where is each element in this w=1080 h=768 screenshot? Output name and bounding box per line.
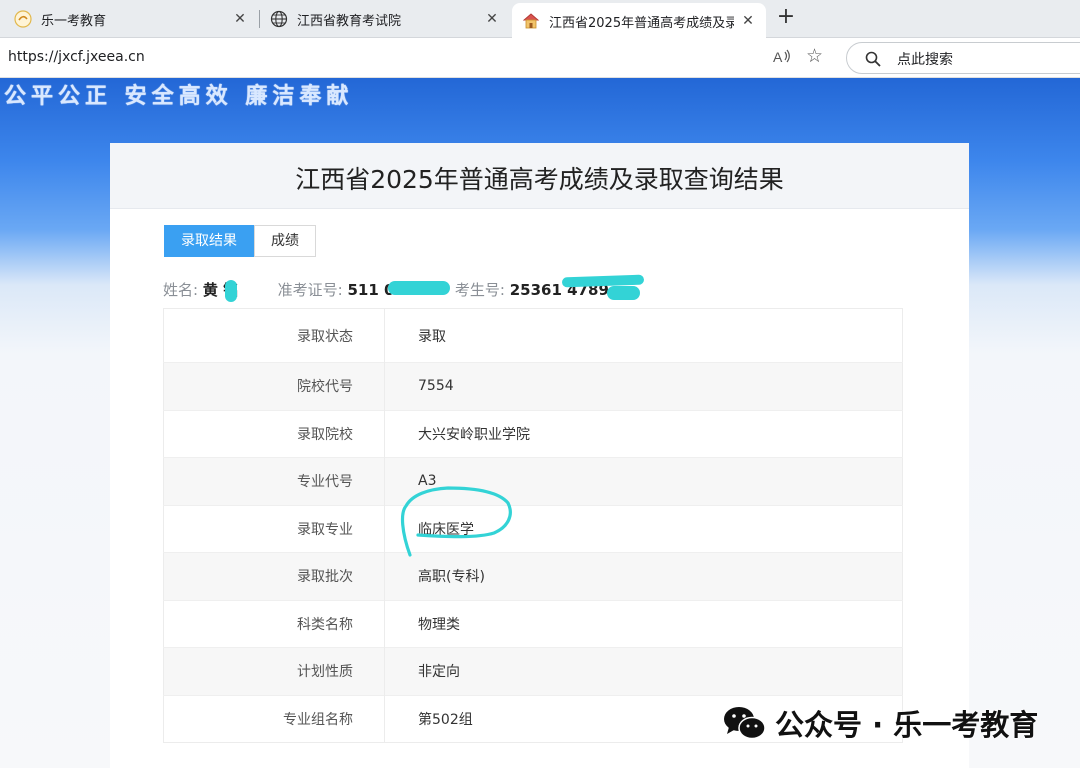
globe-icon [270, 10, 288, 28]
url-field[interactable]: https://jxcf.jxeea.cn [8, 49, 145, 65]
row-value: 物理类 [384, 599, 903, 648]
table-row: 专业代号 A3 [163, 457, 903, 505]
search-icon [865, 51, 881, 67]
row-key: 专业代号 [163, 457, 385, 505]
table-row: 录取批次 高职(专科) [163, 552, 903, 600]
row-key: 录取批次 [163, 552, 385, 600]
read-aloud-icon[interactable]: A [772, 48, 792, 70]
card-header: 江西省2025年普通高考成绩及录取查询结果 [110, 143, 969, 209]
row-value: 高职(专科) [384, 552, 903, 600]
table-row: 科类名称 物理类 [163, 599, 903, 648]
tab-title: 乐一考教育 [41, 13, 107, 29]
row-key: 专业组名称 [163, 694, 385, 743]
browser-tab-jxeea[interactable]: 江西省教育考试院 ✕ [260, 3, 510, 35]
row-key: 计划性质 [163, 647, 385, 695]
admission-result-table: 录取状态 录取 院校代号 7554 录取院校 大兴安岭职业学院 专业代号 A3 … [163, 308, 903, 743]
privacy-mask-name [225, 280, 237, 302]
search-box[interactable]: 点此搜索 [846, 42, 1080, 74]
page-slogan: 公平公正 安全高效 廉洁奉献 [4, 84, 354, 109]
tab-title: 江西省教育考试院 [297, 13, 402, 29]
browser-tab-leyikao[interactable]: 乐一考教育 ✕ [4, 3, 258, 35]
svg-text:A: A [773, 49, 783, 65]
address-bar: https://jxcf.jxeea.cn A ☆ 点此搜索 [0, 38, 1080, 78]
leyikao-favicon-icon [14, 10, 32, 28]
privacy-mask-candidate-number-2 [607, 286, 640, 300]
table-row: 录取状态 录取 [163, 308, 903, 363]
row-key: 录取状态 [163, 308, 385, 363]
tab-score[interactable]: 成绩 [254, 225, 316, 257]
close-icon[interactable]: ✕ [232, 11, 248, 27]
table-row: 录取专业 临床医学 [163, 504, 903, 553]
search-placeholder: 点此搜索 [897, 52, 953, 68]
wechat-watermark: 公众号 · 乐一考教育 [723, 702, 1038, 744]
wechat-icon [724, 707, 766, 740]
row-key: 科类名称 [163, 599, 385, 648]
table-row: 院校代号 7554 [163, 362, 903, 410]
browser-tab-results[interactable]: 江西省2025年普通高考成绩及录取 ✕ [512, 3, 766, 39]
row-value: 录取 [418, 328, 446, 345]
close-icon[interactable]: ✕ [740, 13, 756, 29]
row-value: 大兴安岭职业学院 [384, 409, 903, 458]
table-row: 计划性质 非定向 [163, 647, 903, 695]
row-value: A3 [384, 457, 903, 505]
candidate-number-label: 考生号: [454, 281, 505, 299]
close-icon[interactable]: ✕ [484, 11, 500, 27]
result-card: 江西省2025年普通高考成绩及录取查询结果 录取结果 成绩 姓名: 黄 铭 准考… [110, 143, 969, 768]
house-favicon-icon [523, 13, 539, 29]
privacy-mask-exam-number [388, 281, 450, 295]
row-key: 录取专业 [163, 504, 385, 553]
tab-title: 江西省2025年普通高考成绩及录取 [549, 15, 734, 31]
new-tab-button[interactable]: + [772, 4, 800, 32]
row-value: 非定向 [384, 647, 903, 695]
page-title: 江西省2025年普通高考成绩及录取查询结果 [295, 165, 784, 194]
tab-admission-result[interactable]: 录取结果 [164, 225, 254, 257]
exam-number-label: 准考证号: [277, 281, 343, 299]
watermark-text: 公众号 · 乐一考教育 [775, 708, 1039, 742]
favorite-star-icon[interactable]: ☆ [806, 45, 823, 67]
row-key: 院校代号 [163, 362, 385, 410]
row-key: 录取院校 [163, 409, 385, 458]
page-body: 公平公正 安全高效 廉洁奉献 江西省2025年普通高考成绩及录取查询结果 录取结… [0, 78, 1080, 768]
row-value: 7554 [384, 362, 903, 410]
browser-tab-strip: 乐一考教育 ✕ 江西省教育考试院 ✕ 江西省2025年普通高考成绩及录取 ✕ + [0, 0, 1080, 39]
result-tabs: 录取结果 成绩 [164, 225, 316, 257]
row-value: 临床医学 [384, 504, 903, 553]
name-label: 姓名: [163, 281, 199, 299]
table-row: 录取院校 大兴安岭职业学院 [163, 409, 903, 458]
